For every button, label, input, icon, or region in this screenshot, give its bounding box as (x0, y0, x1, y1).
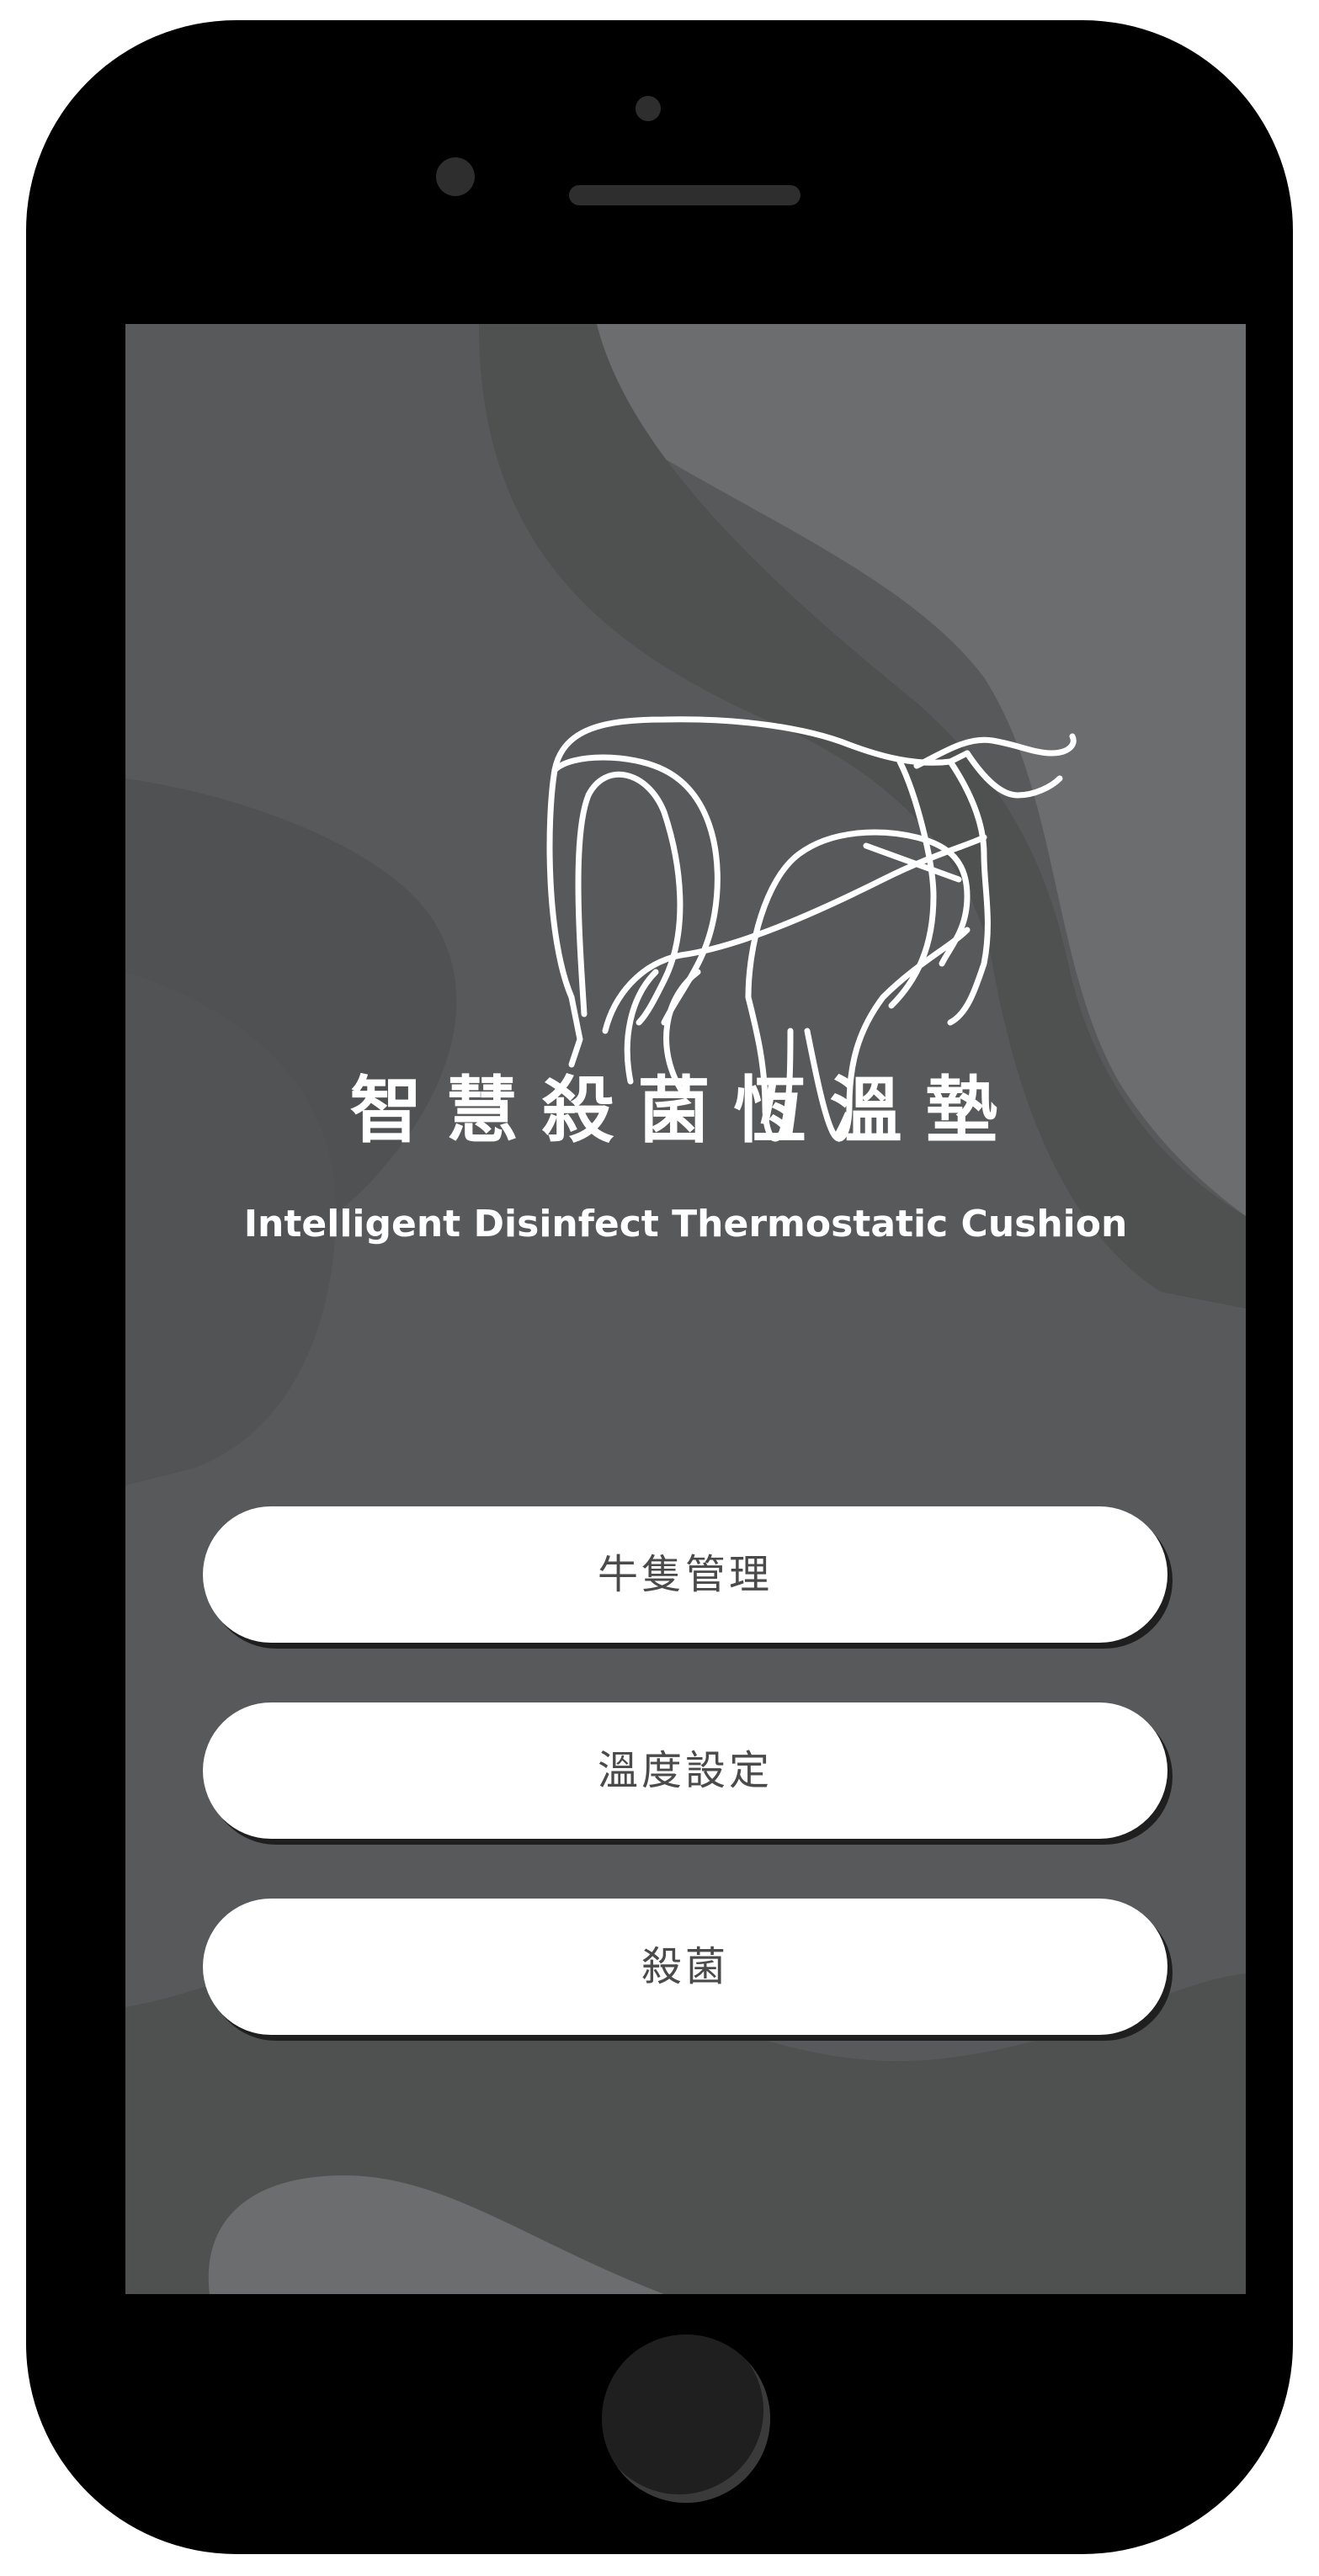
disinfect-button[interactable]: 殺菌 (203, 1899, 1167, 2035)
front-camera-icon (636, 96, 661, 121)
app-title-english: Intelligent Disinfect Thermostatic Cushi… (243, 1203, 1128, 1246)
app-screen: 智慧殺菌恆溫墊 Intelligent Disinfect Thermostat… (125, 324, 1246, 2294)
phone-frame: 智慧殺菌恆溫墊 Intelligent Disinfect Thermostat… (26, 20, 1293, 2554)
proximity-sensor-icon (436, 157, 475, 196)
disinfect-label: 殺菌 (641, 1943, 729, 1990)
stage: 智慧殺菌恆溫墊 Intelligent Disinfect Thermostat… (0, 0, 1319, 2576)
app-title-chinese: 智慧殺菌恆溫墊 (349, 1069, 1022, 1153)
temperature-settings-label: 溫度設定 (597, 1747, 773, 1794)
earpiece-speaker (569, 185, 800, 205)
temperature-settings-button[interactable]: 溫度設定 (203, 1702, 1167, 1839)
cattle-management-label: 牛隻管理 (597, 1551, 773, 1598)
cattle-management-button[interactable]: 牛隻管理 (203, 1506, 1167, 1643)
home-button[interactable] (602, 2334, 770, 2503)
